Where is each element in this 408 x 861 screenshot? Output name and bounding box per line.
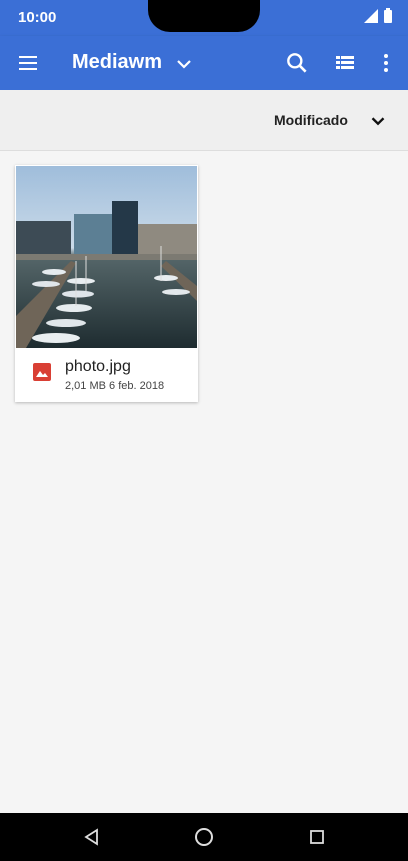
file-meta: 2,01 MB 6 feb. 2018 [65,380,165,392]
recents-icon[interactable] [308,828,326,846]
back-icon[interactable] [82,827,102,847]
status-bar: 10:00 [0,0,408,36]
chevron-down-icon[interactable] [366,110,390,132]
harbor-photo-image [16,166,197,348]
signal-icon [364,9,378,23]
menu-icon[interactable] [14,50,42,76]
list-view-icon[interactable] [332,51,358,75]
search-icon[interactable] [284,50,310,76]
status-icons [364,7,392,23]
sort-label[interactable]: Modificado [274,112,348,128]
app-bar: Mediawm [0,36,408,90]
more-vert-icon[interactable] [374,51,398,75]
app-title[interactable]: Mediawm [72,51,162,74]
chevron-down-icon[interactable] [172,52,196,76]
camera-notch [148,0,260,32]
battery-icon [384,7,392,23]
photo-thumbnail [16,166,197,348]
navigation-bar [0,813,408,861]
sort-bar: Modificado [0,90,408,151]
file-card[interactable]: photo.jpg 2,01 MB 6 feb. 2018 [15,165,198,402]
file-name: photo.jpg [65,358,131,375]
status-time: 10:00 [18,9,57,26]
image-file-icon [33,363,51,381]
home-icon[interactable] [193,826,215,848]
